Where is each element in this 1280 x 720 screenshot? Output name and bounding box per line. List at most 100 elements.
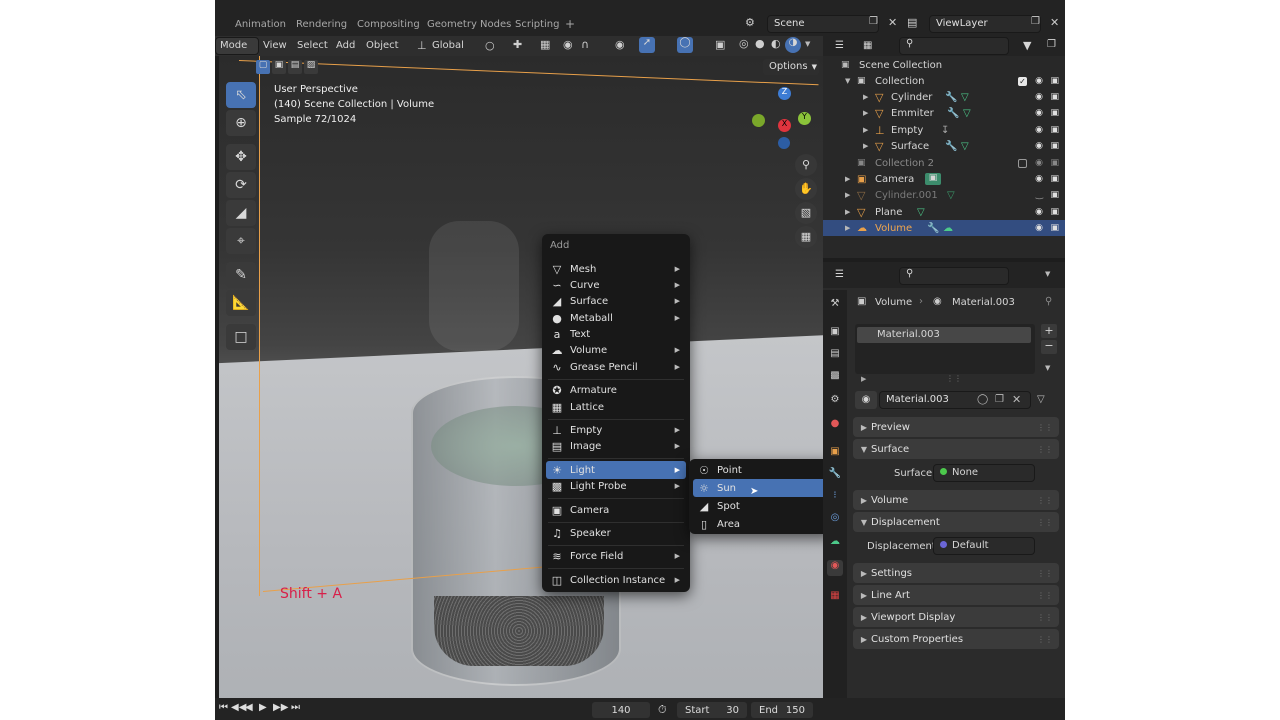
submenu-item-sun[interactable]: ☼ Sun ➤ — [693, 479, 831, 497]
outliner-row[interactable]: ▼ ▣ Collection ✓ ◉ ▣ — [823, 73, 1065, 89]
ortho-grid-icon[interactable]: ▦ — [795, 226, 817, 248]
material-browse-icon[interactable]: ◉ — [855, 391, 877, 409]
filter-icon[interactable]: ▼ — [1023, 39, 1031, 52]
physics-tab-icon[interactable]: ◎ — [827, 512, 843, 528]
visibility-icon[interactable]: ◉ — [615, 38, 625, 51]
scene-icon[interactable]: ⚙ — [745, 16, 755, 29]
menu-view[interactable]: View — [263, 40, 287, 51]
panel-settings[interactable]: ▶ Settings ⋮⋮ — [853, 563, 1059, 583]
material-name-field[interactable]: Material.003 — [879, 391, 1031, 409]
panel-volume[interactable]: ▶ Volume ⋮⋮ — [853, 490, 1059, 510]
object-tab-icon[interactable]: ▣ — [827, 446, 843, 462]
outliner-row[interactable]: ▶ ⊥ Empty ↧ ◉ ▣ — [823, 122, 1065, 138]
measure-tool-icon[interactable]: 📐 — [226, 290, 256, 316]
tool-tab-icon[interactable]: ⚒ — [827, 298, 843, 314]
proportional-edit-icon[interactable]: ◉ — [563, 38, 573, 51]
submenu-item-area[interactable]: ▯ Area — [693, 515, 831, 533]
gizmo-z-axis[interactable]: Z — [778, 87, 791, 100]
new-view-layer-icon[interactable]: ❐ — [1031, 16, 1040, 27]
falloff-icon[interactable]: ∩ — [581, 38, 589, 51]
menu-item-collection-instance[interactable]: ◫ Collection Instance ▶ — [546, 571, 686, 589]
render-camera-icon[interactable]: ▣ — [1050, 207, 1059, 217]
eye-icon[interactable]: ◉ — [1035, 158, 1043, 168]
select-new-icon[interactable]: ▢ — [256, 60, 270, 74]
add-workspace-button[interactable]: + — [555, 13, 585, 37]
navigation-gizmo[interactable]: Z Y X — [741, 84, 821, 154]
select-extend-icon[interactable]: ▣ — [272, 60, 286, 74]
annotate-tool-icon[interactable]: ✎ — [226, 262, 256, 288]
render-camera-icon[interactable]: ▣ — [1050, 174, 1059, 184]
collection-checkbox[interactable] — [1018, 158, 1027, 168]
unlink-material-icon[interactable]: ✕ — [1012, 393, 1021, 406]
menu-item-surface[interactable]: ◢ Surface ▶ — [546, 292, 686, 310]
outliner-row[interactable]: ▶ ▽ Emmiter 🔧 ▽ ◉ ▣ — [823, 105, 1065, 121]
eye-closed-icon[interactable]: ‿ — [1036, 190, 1043, 200]
snap-icon[interactable]: ✚ — [513, 38, 522, 51]
duplicate-material-icon[interactable]: ❐ — [995, 394, 1004, 405]
eye-icon[interactable]: ◉ — [1035, 174, 1043, 184]
scale-tool-icon[interactable]: ◢ — [226, 200, 256, 226]
new-collection-icon[interactable]: ❐ — [1047, 39, 1056, 50]
material-slot-item[interactable]: Material.003 — [857, 327, 1031, 343]
outliner-row[interactable]: ▶ ▽ Plane ▽ ◉ ▣ — [823, 204, 1065, 220]
menu-item-camera[interactable]: ▣ Camera — [546, 501, 686, 519]
outliner-row[interactable]: ▶ ▽ Surface 🔧 ▽ ◉ ▣ — [823, 138, 1065, 154]
shading-options-icon[interactable]: ▼ — [805, 40, 810, 48]
editor-type-icon[interactable]: ☰ — [835, 269, 844, 280]
texture-tab-icon[interactable]: ▦ — [827, 590, 843, 606]
solid-shading-icon[interactable]: ● — [755, 37, 765, 50]
stopwatch-icon[interactable]: ⏱ — [658, 703, 667, 717]
rendered-shading-icon[interactable]: ◑ — [785, 37, 801, 53]
view-layer-tab-icon[interactable]: ▩ — [827, 370, 843, 386]
outliner-row[interactable]: ▶ ▽ Cylinder 🔧 ▽ ◉ ▣ — [823, 89, 1065, 105]
overlay-toggle-icon[interactable]: ◯ — [677, 37, 693, 53]
eye-icon[interactable]: ◉ — [1035, 76, 1043, 86]
gizmo-neg-z-axis[interactable] — [778, 137, 790, 149]
panel-displacement[interactable]: ▼ Displacement ⋮⋮ — [853, 512, 1059, 532]
collection-checkbox[interactable]: ✓ — [1018, 76, 1027, 86]
display-mode-icon[interactable]: ▦ — [863, 40, 872, 51]
eye-icon[interactable]: ◉ — [1035, 108, 1043, 118]
menu-object[interactable]: Object — [366, 40, 399, 51]
view-layer-icon[interactable]: ▤ — [907, 16, 917, 29]
slot-menu-icon[interactable]: ▼ — [1045, 364, 1050, 372]
render-camera-icon[interactable]: ▣ — [1050, 141, 1059, 151]
panel-line-art[interactable]: ▶ Line Art ⋮⋮ — [853, 585, 1059, 605]
next-keyframe-icon[interactable]: ▶▶ — [273, 702, 288, 713]
new-scene-icon[interactable]: ❐ — [869, 16, 878, 27]
material-tab-icon[interactable]: ◉ — [827, 560, 843, 576]
menu-select[interactable]: Select — [297, 40, 328, 51]
gizmo-toggle-icon[interactable]: ➚ — [639, 37, 655, 53]
mode-dropdown[interactable]: Mode — [215, 37, 259, 55]
chevron-down-icon[interactable]: ▼ — [1045, 270, 1050, 278]
delete-view-layer-icon[interactable]: ✕ — [1050, 16, 1059, 29]
wireframe-shading-icon[interactable]: ◎ — [739, 37, 749, 50]
outliner-row[interactable]: ▶ ▽ Cylinder.001 ▽ ‿ ▣ — [823, 187, 1065, 203]
delete-scene-icon[interactable]: ✕ — [888, 16, 897, 29]
eye-icon[interactable]: ◉ — [1035, 125, 1043, 135]
render-camera-icon[interactable]: ▣ — [1050, 108, 1059, 118]
menu-add[interactable]: Add — [336, 40, 355, 51]
expand-icon[interactable]: ▶ — [861, 375, 866, 383]
render-camera-icon[interactable]: ▣ — [1050, 190, 1059, 200]
world-tab-icon[interactable]: ● — [827, 418, 843, 434]
pivot-icon[interactable]: ○ — [485, 39, 495, 52]
menu-item-armature[interactable]: ✪ Armature — [546, 381, 686, 399]
volume-data-tab-icon[interactable]: ☁ — [827, 536, 843, 552]
material-filter-icon[interactable]: ▽ — [1037, 394, 1045, 405]
scene-tab-icon[interactable]: ⚙ — [827, 394, 843, 410]
menu-item-light-probe[interactable]: ▩ Light Probe ▶ — [546, 477, 686, 495]
panel-surface[interactable]: ▼ Surface ⋮⋮ — [853, 439, 1059, 459]
xray-icon[interactable]: ▣ — [715, 38, 725, 51]
rotate-tool-icon[interactable]: ⟳ — [226, 172, 256, 198]
render-camera-icon[interactable]: ▣ — [1050, 76, 1059, 86]
select-subtract-icon[interactable]: ▤ — [288, 60, 302, 74]
3d-viewport[interactable]: ▢ ▣ ▤ ▨ Options ▼ ⬁ ⊕ ✥ ⟳ ◢ ⌖ ✎ 📐 □ User … — [219, 56, 823, 698]
select-intersect-icon[interactable]: ▨ — [304, 60, 318, 74]
render-camera-icon[interactable]: ▣ — [1050, 92, 1059, 102]
camera-view-icon[interactable]: ▧ — [795, 202, 817, 224]
outliner-row-selected[interactable]: ▶ ☁ Volume 🔧 ☁ ◉ ▣ — [823, 220, 1065, 236]
outliner-row[interactable]: ▣ Collection 2 ◉ ▣ — [823, 155, 1065, 171]
render-camera-icon[interactable]: ▣ — [1050, 223, 1059, 233]
cursor-tool-icon[interactable]: ⊕ — [226, 110, 256, 136]
